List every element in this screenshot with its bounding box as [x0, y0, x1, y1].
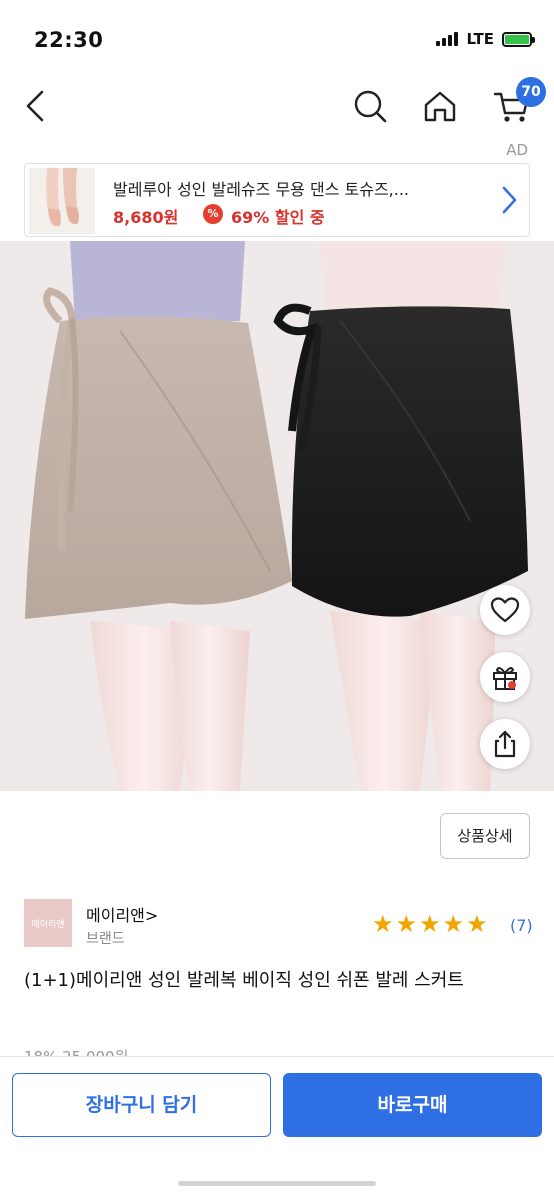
star-icon: ★: [466, 910, 488, 938]
ad-title: 발레루아 성인 발레슈즈 무용 댄스 토슈즈,...: [113, 180, 410, 199]
buy-now-button[interactable]: 바로구매: [283, 1073, 542, 1137]
search-icon: [354, 90, 387, 123]
discount-percent-icon: %: [203, 204, 223, 224]
network-label: LTE: [466, 30, 494, 48]
rating-stars[interactable]: ★ ★ ★ ★ ★: [372, 912, 488, 936]
brand-subtitle: 브랜드: [86, 931, 125, 947]
back-button[interactable]: [20, 86, 56, 126]
heart-icon: [490, 597, 520, 623]
share-button[interactable]: [480, 719, 530, 769]
chevron-right-icon: [502, 186, 517, 214]
ad-label: AD: [506, 141, 528, 159]
ad-product-thumbnail: [29, 168, 95, 234]
gift-button[interactable]: [480, 652, 530, 702]
bottom-action-bar: 장바구니 담기 바로구매: [0, 1056, 554, 1200]
share-icon: [494, 730, 516, 758]
product-image[interactable]: [0, 241, 554, 791]
home-icon: [424, 91, 456, 122]
home-button[interactable]: [420, 86, 460, 126]
battery-icon: [502, 31, 535, 47]
product-title: (1+1)메이리앤 성인 발레복 베이직 성인 쉬폰 발레 스커트: [24, 970, 464, 991]
brand-logo[interactable]: 메이리앤: [24, 899, 72, 947]
star-icon: ★: [372, 910, 394, 938]
top-nav: [0, 80, 554, 136]
ad-banner[interactable]: 발레루아 성인 발레슈즈 무용 댄스 토슈즈,... 8,680원 % 69% …: [24, 163, 530, 237]
ballet-skirts-photo: [0, 241, 554, 791]
star-icon: ★: [395, 910, 418, 938]
price-line: 18% 25,000원: [24, 1046, 128, 1056]
gift-icon: [493, 667, 517, 690]
signal-icon: [436, 32, 459, 46]
add-to-cart-button[interactable]: 장바구니 담기: [12, 1073, 271, 1137]
brand-logo-text: 메이리앤: [31, 919, 65, 930]
brand-name: 메이리앤: [86, 906, 145, 925]
product-detail-button[interactable]: 상품상세: [440, 813, 530, 859]
status-indicators: LTE: [436, 30, 535, 48]
status-time: 22:30: [34, 28, 104, 52]
chevron-left-icon: [26, 90, 44, 122]
home-indicator[interactable]: [178, 1181, 376, 1186]
brand-link[interactable]: 메이리앤>: [86, 902, 158, 926]
star-icon: ★: [442, 910, 465, 938]
search-button[interactable]: [350, 86, 390, 126]
status-bar: 22:30 LTE: [0, 0, 554, 80]
brand-chevron: >: [144, 906, 159, 925]
review-count-link[interactable]: (7): [510, 916, 533, 935]
star-icon: ★: [419, 910, 441, 938]
ad-price: 8,680원: [113, 208, 179, 227]
ad-discount: 69% 할인 중: [231, 208, 325, 227]
ballet-shoes-image: [29, 168, 95, 234]
cart-count-badge: 70: [516, 77, 546, 107]
wishlist-button[interactable]: [480, 585, 530, 635]
